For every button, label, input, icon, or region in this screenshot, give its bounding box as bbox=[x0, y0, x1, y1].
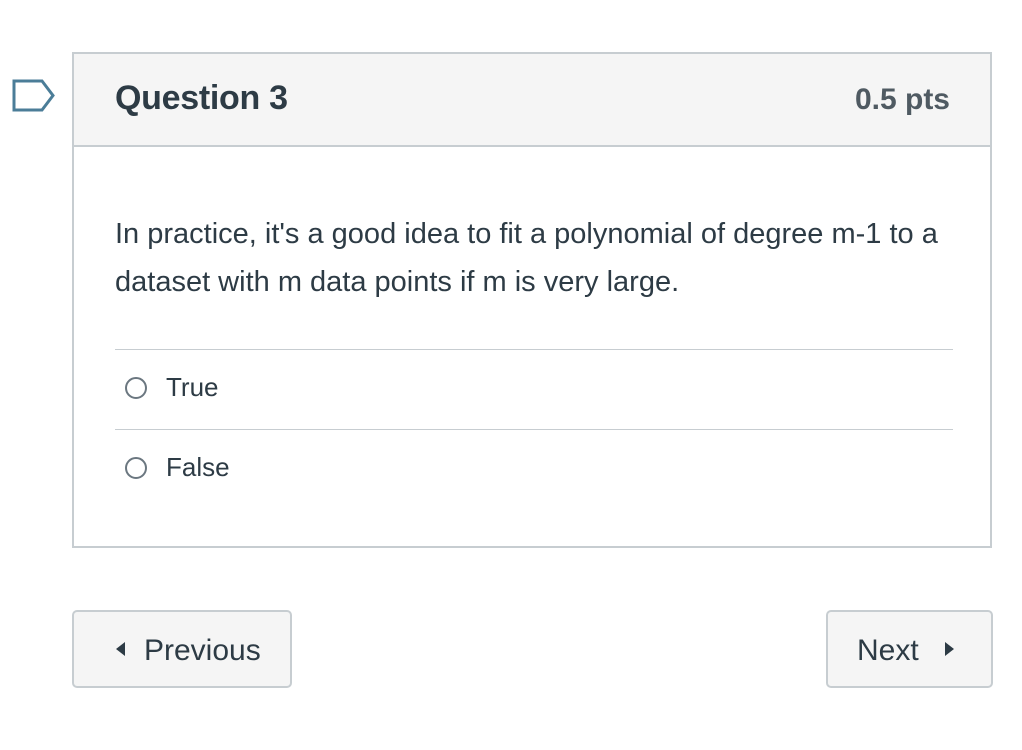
radio-unchecked-icon[interactable] bbox=[125, 377, 147, 399]
next-button[interactable]: Next bbox=[826, 610, 993, 688]
answer-option-false[interactable]: False bbox=[115, 429, 953, 509]
question-card: Question 3 0.5 pts In practice, it's a g… bbox=[72, 52, 992, 548]
caret-left-icon bbox=[116, 642, 125, 656]
radio-unchecked-icon[interactable] bbox=[125, 457, 147, 479]
question-title: Question 3 bbox=[115, 79, 288, 117]
answer-list: True False bbox=[115, 349, 953, 509]
next-button-label: Next bbox=[857, 634, 919, 667]
previous-button-label: Previous bbox=[144, 634, 261, 667]
flag-question-icon[interactable] bbox=[12, 79, 56, 113]
caret-right-icon bbox=[945, 642, 954, 656]
answer-label[interactable]: False bbox=[166, 452, 230, 483]
previous-button[interactable]: Previous bbox=[72, 610, 292, 688]
answer-label[interactable]: True bbox=[166, 372, 219, 403]
answer-option-true[interactable]: True bbox=[115, 349, 953, 429]
question-header: Question 3 0.5 pts bbox=[74, 54, 990, 147]
question-points: 0.5 pts bbox=[854, 83, 950, 116]
question-text: In practice, it's a good idea to fit a p… bbox=[115, 218, 938, 298]
